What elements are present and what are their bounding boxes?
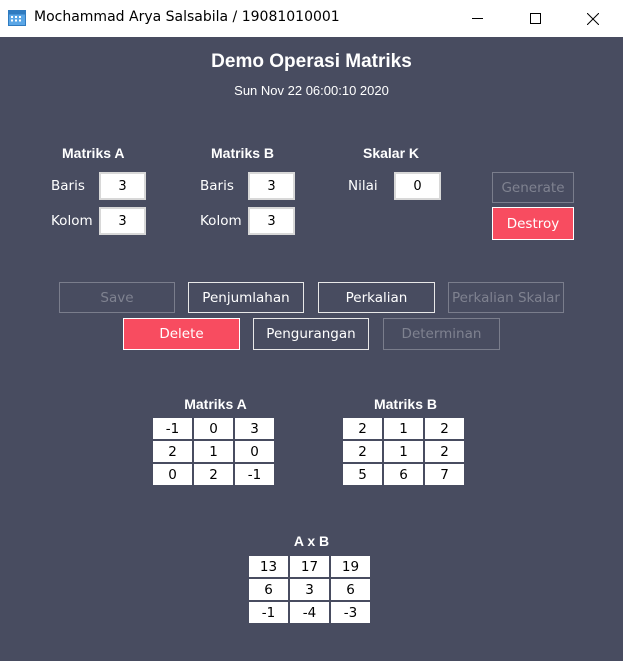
matrix-b-cols-label: Kolom	[200, 213, 242, 229]
matrix-a-title: Matriks A	[184, 396, 247, 412]
matrix-cell: 0	[151, 462, 194, 487]
window-title: Mochammad Arya Salsabila / 19081010001	[34, 9, 340, 25]
result-title: A x B	[293, 533, 330, 549]
matrix-cell: 2	[423, 439, 466, 464]
table-row: -1 0 3	[151, 416, 276, 441]
scalar-value-label: Nilai	[348, 178, 378, 194]
matrix-b-table: 2 1 2 2 1 2 5 6 7	[341, 416, 466, 487]
perkalian-button[interactable]: Perkalian	[318, 282, 435, 313]
matrix-cell: 1	[192, 439, 235, 464]
matrix-cell: 1	[382, 416, 425, 441]
table-row: -1 -4 -3	[247, 600, 372, 625]
table-row: 2 1 2	[341, 416, 466, 441]
perkalian-skalar-button[interactable]: Perkalian Skalar	[448, 282, 564, 313]
pengurangan-button[interactable]: Pengurangan	[253, 318, 369, 350]
matrix-a-table: -1 0 3 2 1 0 0 2 -1	[151, 416, 276, 487]
matrix-cell: 7	[423, 462, 466, 487]
scalar-label: Skalar K	[363, 145, 420, 161]
matrix-cell: 6	[382, 462, 425, 487]
matrix-cell: 6	[247, 577, 290, 602]
maximize-icon	[529, 13, 541, 24]
matrix-a-cols-field[interactable]: 3	[99, 207, 146, 235]
app-client-area: Demo Operasi Matriks Sun Nov 22 06:00:10…	[0, 37, 623, 661]
matrix-a-rows-field[interactable]: 3	[99, 172, 146, 200]
matrix-cell: 1	[382, 439, 425, 464]
matrix-b-title: Matriks B	[373, 396, 438, 412]
close-icon	[587, 12, 599, 25]
matrix-cell: 5	[341, 462, 384, 487]
matrix-cell: 0	[233, 439, 276, 464]
window-titlebar[interactable]: Mochammad Arya Salsabila / 19081010001	[0, 0, 623, 37]
generate-button[interactable]: Generate	[492, 172, 574, 203]
table-row: 5 6 7	[341, 462, 466, 487]
matrix-cell: -1	[233, 462, 276, 487]
close-button[interactable]	[570, 0, 616, 37]
matrix-cell: -1	[151, 416, 194, 441]
matrix-cell: 2	[341, 416, 384, 441]
matrix-b-rows-field[interactable]: 3	[248, 172, 295, 200]
app-calendar-icon	[8, 9, 26, 27]
matrix-cell: 0	[192, 416, 235, 441]
table-row: 2 1 2	[341, 439, 466, 464]
matrix-cell: 3	[233, 416, 276, 441]
matrix-cell: 17	[288, 554, 331, 579]
matrix-cell: 2	[423, 416, 466, 441]
determinan-button[interactable]: Determinan	[383, 318, 500, 350]
matrix-cell: -1	[247, 600, 290, 625]
penjumlahan-button[interactable]: Penjumlahan	[188, 282, 304, 313]
destroy-button[interactable]: Destroy	[492, 207, 574, 240]
matrix-b-cols-field[interactable]: 3	[248, 207, 295, 235]
matrix-cell: 19	[329, 554, 372, 579]
save-button[interactable]: Save	[59, 282, 175, 313]
matrix-cell: 3	[288, 577, 331, 602]
matrix-a-cols-label: Kolom	[51, 213, 93, 229]
matrix-cell: -4	[288, 600, 331, 625]
matrix-b-label: Matriks B	[211, 145, 275, 161]
matrix-a-rows-label: Baris	[51, 178, 85, 194]
table-row: 0 2 -1	[151, 462, 276, 487]
matrix-cell: -3	[329, 600, 372, 625]
delete-button[interactable]: Delete	[123, 318, 240, 350]
matrix-cell: 2	[341, 439, 384, 464]
matrix-cell: 6	[329, 577, 372, 602]
datetime-label: Sun Nov 22 06:00:10 2020	[234, 83, 389, 98]
matrix-b-rows-label: Baris	[200, 178, 234, 194]
table-row: 6 3 6	[247, 577, 372, 602]
table-row: 2 1 0	[151, 439, 276, 464]
maximize-button[interactable]	[512, 0, 558, 37]
matrix-cell: 13	[247, 554, 290, 579]
page-title: Demo Operasi Matriks	[211, 51, 412, 72]
matrix-a-label: Matriks A	[62, 145, 125, 161]
scalar-value-field[interactable]: 0	[394, 172, 441, 200]
minimize-icon	[471, 18, 483, 19]
matrix-cell: 2	[151, 439, 194, 464]
result-table: 13 17 19 6 3 6 -1 -4 -3	[247, 554, 372, 625]
matrix-cell: 2	[192, 462, 235, 487]
table-row: 13 17 19	[247, 554, 372, 579]
minimize-button[interactable]	[454, 0, 500, 37]
